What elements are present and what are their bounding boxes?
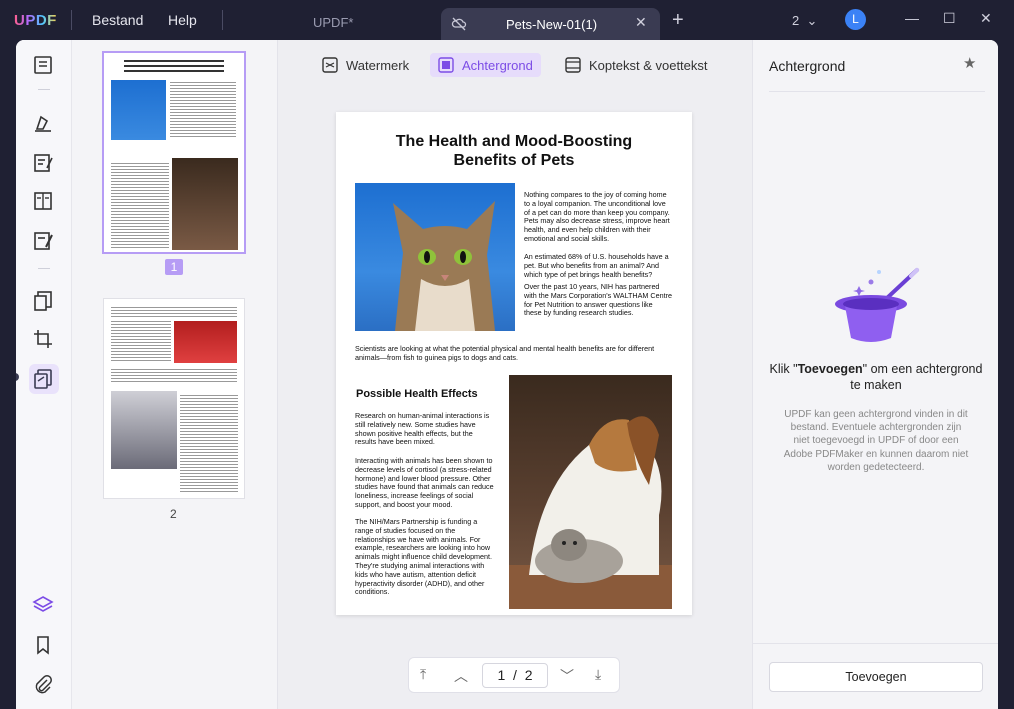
thumb-cat2-image (111, 391, 177, 469)
header-footer-icon (565, 57, 581, 73)
background-panel: Achtergrond ★ Klik "Toevoegen" om een ac… (752, 40, 998, 709)
new-tab-icon[interactable]: + (672, 9, 684, 32)
cat-illustration (393, 201, 495, 331)
effects-paragraph-1: Research on human-animal interactions is… (355, 411, 490, 447)
previous-page-icon[interactable]: ︿ (454, 666, 468, 686)
tab-updf[interactable]: UPDF* (313, 15, 353, 30)
star-icon[interactable]: ★ (963, 54, 976, 72)
heading-prefix: Klik " (769, 362, 798, 376)
crop-icon[interactable] (32, 328, 54, 350)
menu-bestand[interactable]: Bestand (92, 12, 143, 28)
cat-image (355, 183, 515, 331)
thumb-text (111, 321, 171, 361)
background-button[interactable]: Achtergrond (430, 53, 541, 77)
header-footer-button[interactable]: Koptekst & voettekst (557, 53, 716, 77)
heading-bold: Toevoegen (797, 362, 863, 376)
reader-icon[interactable] (32, 54, 54, 76)
tab-pets-new[interactable]: Pets-New-01(1) ✕ (441, 8, 660, 40)
empty-state-description: UPDF kan geen achtergrond vinden in dit … (783, 409, 969, 473)
thumbnail-panel: 1 2 (72, 40, 278, 709)
first-page-icon[interactable]: ⤒ (420, 666, 426, 683)
divider (38, 89, 50, 90)
thumb-text (111, 163, 169, 248)
next-page-icon[interactable]: ﹀ (560, 666, 574, 686)
bookmark-icon[interactable] (32, 634, 54, 656)
attachment-icon[interactable] (32, 674, 54, 696)
minimize-icon[interactable]: — (905, 10, 919, 26)
page-separator: / (513, 667, 517, 683)
thumb-text (180, 395, 238, 493)
form-icon[interactable] (32, 190, 54, 212)
thumb-dog-image (172, 158, 238, 250)
chevron-down-icon: ⌄ (806, 13, 818, 28)
add-background-button[interactable]: Toevoegen (769, 662, 983, 692)
magic-hat-icon (835, 268, 919, 342)
organize-pages-icon[interactable] (32, 290, 54, 312)
intro-paragraph-3: Over the past 10 years, NIH has partnere… (524, 282, 672, 318)
panel-footer: Toevoegen (753, 643, 998, 709)
page-thumbnail-1[interactable] (104, 53, 244, 252)
menu-help[interactable]: Help (168, 12, 197, 28)
scientists-paragraph: Scientists are looking at what the poten… (355, 344, 655, 362)
watermark-icon (322, 57, 338, 73)
document-title: The Health and Mood-Boosting Benefits of … (336, 132, 692, 170)
page-number-1[interactable]: 1 (165, 259, 183, 275)
document-title-line1: The Health and Mood-Boosting (395, 133, 633, 150)
effects-paragraph-2: Interacting with animals has been shown … (355, 456, 494, 509)
watermark-label: Watermerk (346, 57, 410, 73)
header-footer-label: Koptekst & voettekst (589, 57, 708, 73)
title-bar: UPDF Bestand Help UPDF* Pets-New-01(1) ✕… (0, 0, 1014, 40)
window-count[interactable]: 2 ⌄ (792, 13, 817, 29)
page-number-2[interactable]: 2 (170, 507, 177, 521)
last-page-icon[interactable]: ⤓ (595, 666, 601, 683)
active-indicator (16, 373, 19, 381)
cloud-off-icon (451, 17, 467, 31)
thumb-text (170, 82, 236, 138)
layers-icon[interactable] (32, 594, 54, 616)
window-count-label: 2 (792, 13, 800, 28)
page-navigator: ⤒ ︿ 1 / 2 ﹀ ⤓ (408, 657, 620, 693)
total-pages: 2 (524, 667, 533, 683)
heading-suffix: " om een achtergrond te maken (850, 362, 983, 392)
page-thumbnail-2[interactable] (104, 299, 244, 498)
section-heading: Possible Health Effects (356, 388, 478, 400)
intro-paragraph-1: Nothing compares to the joy of coming ho… (524, 190, 670, 243)
divider (71, 10, 72, 30)
intro-paragraph-2: An estimated 68% of U.S. households have… (524, 252, 669, 279)
main-area: 1 2 Watermerk Achtergrond Koptekst & voe… (16, 40, 998, 709)
left-toolbar (16, 40, 72, 709)
document-view: Watermerk Achtergrond Koptekst & voettek… (278, 40, 752, 709)
effects-paragraph-3: The NIH/Mars Partnership is funding a ra… (355, 517, 493, 597)
tab-label: Pets-New-01(1) (506, 17, 598, 32)
comment-icon[interactable] (32, 112, 54, 134)
empty-state-heading: Klik "Toevoegen" om een achtergrond te m… (769, 361, 983, 393)
thumb-text (111, 369, 237, 383)
current-page: 1 (497, 667, 506, 683)
fill-sign-icon[interactable] (32, 230, 54, 252)
page-tools-icon[interactable] (32, 368, 54, 390)
close-window-icon[interactable]: ✕ (980, 10, 992, 27)
background-label: Achtergrond (462, 57, 533, 73)
panel-title: Achtergrond (769, 58, 846, 74)
close-tab-icon[interactable]: ✕ (635, 14, 647, 31)
thumb-cat-image (111, 80, 166, 140)
page-input[interactable]: 1 / 2 (482, 663, 548, 688)
background-icon (438, 57, 454, 73)
dog-cat-illustration (509, 416, 672, 609)
watermark-button[interactable]: Watermerk (314, 53, 417, 77)
dog-cat-image (509, 375, 672, 609)
app-logo: UPDF (14, 12, 57, 29)
edit-pdf-icon[interactable] (32, 152, 54, 174)
thumb-title (124, 60, 224, 72)
document-title-line2: Benefits of Pets (453, 152, 575, 169)
divider (222, 10, 223, 30)
maximize-icon[interactable]: ☐ (943, 10, 956, 27)
divider (38, 268, 50, 269)
avatar[interactable]: L (845, 9, 866, 30)
thumb-text (111, 307, 237, 317)
divider (769, 91, 985, 92)
pdf-page: The Health and Mood-Boosting Benefits of … (336, 112, 692, 615)
thumb-pets-image (174, 321, 237, 363)
